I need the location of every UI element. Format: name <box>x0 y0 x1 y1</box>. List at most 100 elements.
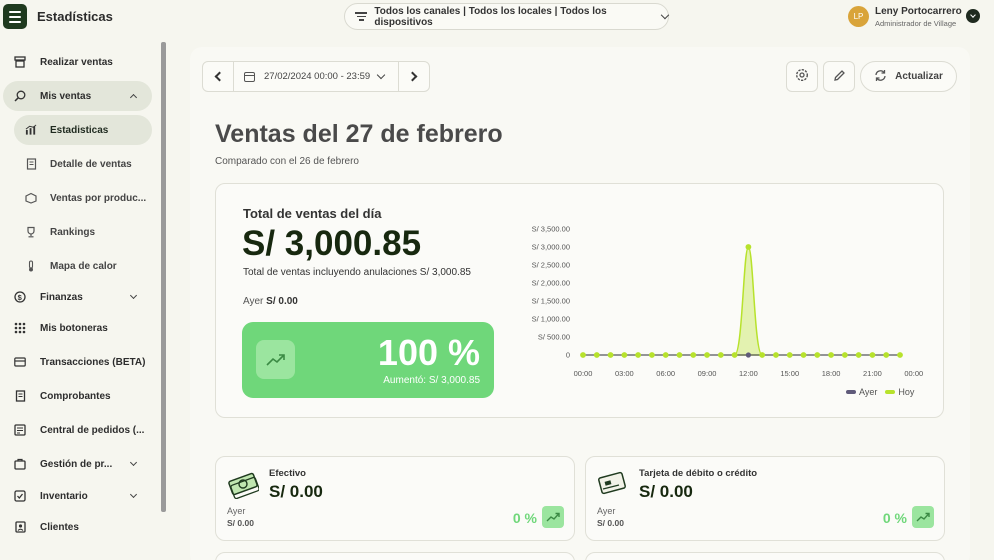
legend-label: Ayer <box>859 387 878 397</box>
sidebar-item-label: Transacciones (BETA) <box>40 356 146 368</box>
x-tick-label: 09:00 <box>698 369 717 378</box>
trophy-icon <box>25 226 37 238</box>
x-tick-label: 21:00 <box>863 369 882 378</box>
summary-note: Total de ventas incluyendo anulaciones S… <box>243 267 471 278</box>
legend-item-ayer: Ayer <box>846 387 877 397</box>
sidebar-item-label: Finanzas <box>40 291 83 303</box>
sidebar-item-finanzas[interactable]: $ Finanzas <box>3 282 152 312</box>
sidebar-item-comprobantes[interactable]: Comprobantes <box>3 381 152 411</box>
sidebar-item-label: Mapa de calor <box>50 260 117 272</box>
data-point-hoy <box>690 352 697 358</box>
chevron-down-icon <box>129 291 138 300</box>
data-point-hoy <box>759 352 766 358</box>
y-tick-label: S/ 1,500.00 <box>532 297 570 306</box>
data-point-hoy <box>841 352 848 358</box>
filter-icon <box>355 12 368 21</box>
sidebar-item-rankings[interactable]: Rankings <box>3 217 152 247</box>
sidebar-item-mis-ventas[interactable]: Mis ventas <box>3 81 152 111</box>
x-tick-label: 15:00 <box>780 369 799 378</box>
percent-change-note: Aumentó: S/ 3,000.85 <box>383 375 480 386</box>
update-button[interactable]: Actualizar <box>860 61 957 92</box>
legend-item-hoy: Hoy <box>885 387 914 397</box>
data-point-ayer <box>745 352 751 358</box>
data-point-hoy <box>593 352 600 358</box>
y-tick-label: S/ 2,000.00 <box>532 279 570 288</box>
chevron-down-icon <box>129 458 138 467</box>
data-point-hoy <box>897 352 903 358</box>
sidebar-item-clientes[interactable]: Clientes <box>3 512 152 542</box>
payment-name: Tarjeta de débito o crédito <box>639 468 758 479</box>
payment-card-next <box>585 552 945 560</box>
app-title: Estadísticas <box>37 9 113 24</box>
payment-previous-label: Ayer <box>227 506 246 516</box>
box-icon <box>25 192 37 204</box>
sidebar-item-central-de-pedidos[interactable]: Central de pedidos (... <box>3 415 152 445</box>
edit-button[interactable] <box>823 61 855 92</box>
data-point-hoy <box>814 352 821 358</box>
sidebar-item-transacciones[interactable]: Transacciones (BETA) <box>3 347 152 377</box>
legend-swatch <box>846 390 856 394</box>
payment-previous-label: Ayer <box>597 506 616 516</box>
sidebar-item-label: Inventario <box>40 490 88 502</box>
top-bar: Estadísticas Todos los canales | Todos l… <box>0 0 994 34</box>
previous-value: S/ 0.00 <box>266 296 298 307</box>
sidebar-scrollbar[interactable] <box>161 42 166 512</box>
summary-previous: Ayer S/ 0.00 <box>243 296 298 307</box>
data-point-hoy <box>786 352 793 358</box>
orders-icon <box>14 424 26 436</box>
sidebar-item-realizar-ventas[interactable]: Realizar ventas <box>3 47 152 77</box>
chevron-right-icon <box>407 71 418 82</box>
y-tick-label: S/ 1,000.00 <box>532 315 570 324</box>
x-tick-label: 00:00 <box>574 369 593 378</box>
data-point-hoy <box>773 352 779 358</box>
sidebar-item-label: Mis botoneras <box>40 322 108 334</box>
cash-icon <box>227 469 260 500</box>
client-icon <box>14 521 26 533</box>
legend-swatch <box>885 390 896 394</box>
x-tick-label: 12:00 <box>739 369 758 378</box>
next-day-button[interactable] <box>398 62 429 91</box>
channel-filter-button[interactable]: Todos los canales | Todos los locales | … <box>344 3 670 30</box>
y-tick-label: S/ 500.00 <box>538 333 570 342</box>
user-role: Administrador de Village <box>875 19 957 28</box>
sidebar-item-gestion-de-productos[interactable]: Gestión de pr... <box>3 449 152 479</box>
date-range-selector[interactable]: 27/02/2024 00:00 - 23:59 <box>244 70 386 82</box>
sidebar-item-mapa-de-calor[interactable]: Mapa de calor <box>3 251 152 281</box>
payment-value: S/ 0.00 <box>269 482 323 501</box>
data-point-hoy <box>607 352 614 358</box>
channel-filter-label: Todos los canales | Todos los locales | … <box>374 5 607 28</box>
sidebar-item-mis-botoneras[interactable]: Mis botoneras <box>3 313 152 343</box>
receipt-icon <box>25 158 37 170</box>
payment-percent: 0 % <box>882 510 907 526</box>
daily-sales-summary: Total de ventas del día S/ 3,000.85 Tota… <box>215 183 944 418</box>
chevron-down-icon <box>376 70 386 80</box>
previous-label: Ayer <box>243 296 264 307</box>
data-point-hoy <box>704 352 710 358</box>
sidebar-item-ventas-por-producto[interactable]: Ventas por produc... <box>3 183 152 213</box>
sidebar-item-estadisticas[interactable]: Estadisticas <box>14 115 152 145</box>
summary-value: S/ 3,000.85 <box>242 224 422 263</box>
previous-day-button[interactable] <box>203 62 234 91</box>
sidebar-item-label: Gestión de pr... <box>40 458 113 470</box>
hamburger-menu-icon[interactable] <box>3 4 27 29</box>
sidebar-item-detalle-de-ventas[interactable]: Detalle de ventas <box>3 149 152 179</box>
sidebar-item-label: Rankings <box>50 226 96 238</box>
user-menu-toggle[interactable] <box>966 9 980 23</box>
chevron-down-icon <box>660 10 670 20</box>
data-point-hoy <box>580 352 586 358</box>
settings-button[interactable] <box>786 61 818 92</box>
payment-percent: 0 % <box>512 510 537 526</box>
y-tick-label: S/ 3,000.00 <box>532 243 570 252</box>
finance-icon: $ <box>14 291 26 303</box>
sidebar-item-label: Ventas por produc... <box>50 192 147 204</box>
trend-up-icon <box>256 340 295 379</box>
data-point-hoy <box>855 352 862 358</box>
search-money-icon <box>14 90 26 102</box>
data-point-hoy <box>800 352 807 358</box>
trend-up-icon <box>912 506 934 528</box>
avatar[interactable]: LP <box>848 6 869 27</box>
page-title: Ventas del 27 de febrero <box>215 120 503 148</box>
main-panel: 27/02/2024 00:00 - 23:59 Actualizar Vent… <box>190 47 970 560</box>
card-icon <box>14 356 26 368</box>
sidebar-item-inventario[interactable]: Inventario <box>3 481 152 511</box>
